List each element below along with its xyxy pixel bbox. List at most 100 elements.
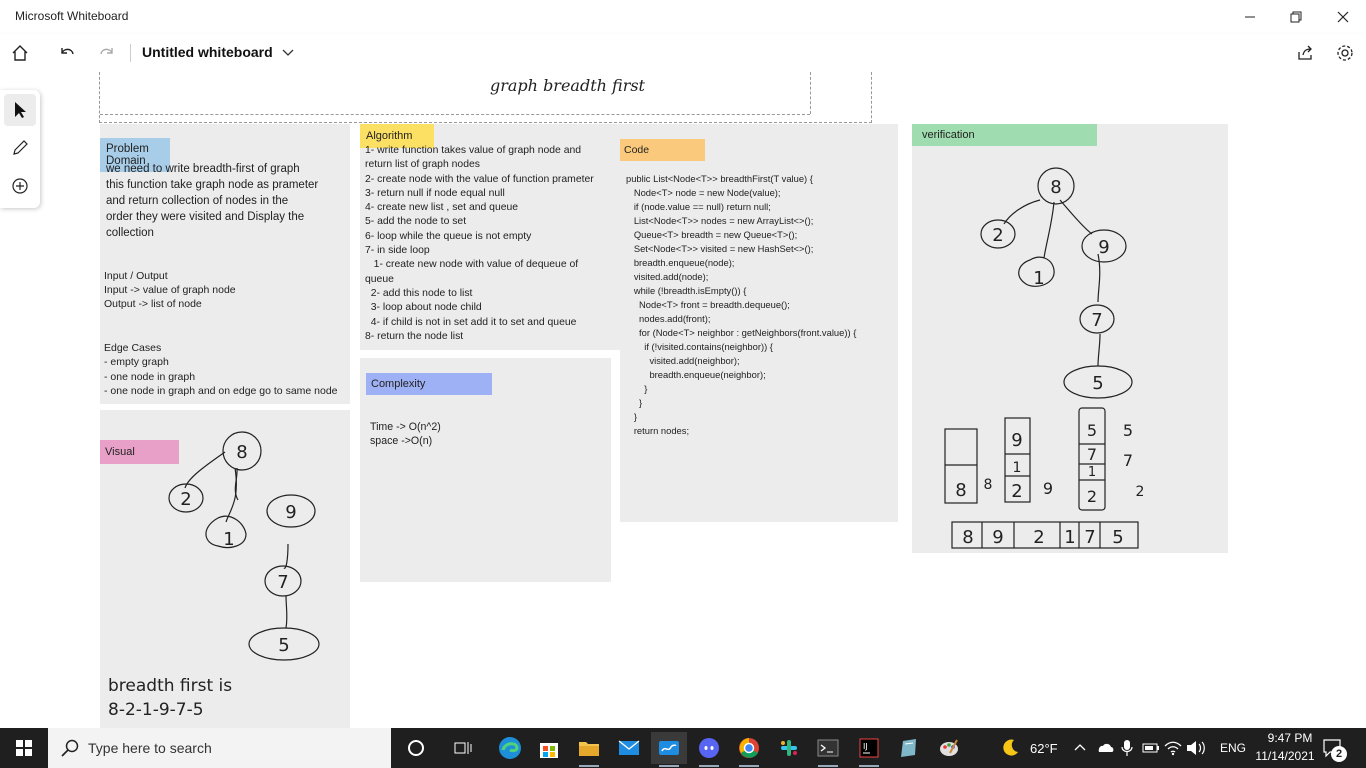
home-button[interactable]: [5, 38, 35, 68]
restore-button[interactable]: [1273, 0, 1319, 34]
time-complexity: Time -> O(n^2): [370, 421, 441, 433]
minimize-icon: [1245, 16, 1255, 18]
store-taskbar-button[interactable]: [531, 732, 567, 764]
onedrive-icon[interactable]: [1096, 740, 1114, 754]
dequeued-label: 8: [984, 477, 993, 493]
paint-taskbar-button[interactable]: [931, 732, 967, 764]
whiteboard-icon: [659, 741, 679, 755]
close-icon: [1337, 11, 1349, 23]
queue-value: 7: [1087, 445, 1097, 464]
edge-taskbar-button[interactable]: [492, 732, 528, 764]
select-tool[interactable]: [4, 94, 36, 126]
result-cell: 8: [962, 527, 973, 548]
verification-node-label: 2: [992, 225, 1003, 246]
problem-domain-panel[interactable]: Problem Domain we need to write breadth-…: [100, 124, 350, 404]
intellij-taskbar-button[interactable]: IJ: [851, 732, 887, 767]
task-view-button[interactable]: [445, 732, 481, 764]
complexity-tag: Complexity: [366, 373, 492, 395]
task-view-icon: [454, 742, 472, 754]
dequeued-label: 7: [1123, 451, 1133, 470]
search-icon: [61, 739, 79, 757]
whiteboard-title[interactable]: Untitled whiteboard: [142, 44, 273, 60]
moon-weather-icon: [1003, 739, 1018, 756]
result-cell: 9: [992, 527, 1003, 548]
slack-taskbar-button[interactable]: [771, 732, 807, 764]
share-button[interactable]: [1290, 38, 1320, 68]
cortana-button[interactable]: [398, 732, 434, 764]
settings-button[interactable]: [1330, 38, 1360, 68]
visual-panel[interactable]: Visual 8 2 9 1 7 5 breadth first is 8-2-…: [100, 410, 350, 728]
windows-icon: [16, 740, 32, 756]
undo-icon: [61, 48, 74, 55]
redo-icon: [100, 48, 113, 55]
pointer-icon: [15, 102, 26, 118]
verification-node-label: 9: [1098, 237, 1109, 258]
input-language[interactable]: ENG: [1220, 741, 1246, 755]
dequeued-label: 2: [1136, 484, 1145, 500]
algorithm-steps: 1- write function takes value of graph n…: [365, 145, 594, 342]
start-button[interactable]: [0, 728, 48, 768]
slack-icon: [781, 740, 797, 756]
close-button[interactable]: [1320, 0, 1366, 34]
weather-temperature[interactable]: 62°F: [1030, 741, 1058, 756]
minimize-button[interactable]: [1227, 0, 1273, 34]
mail-taskbar-button[interactable]: [611, 732, 647, 764]
pen-icon: [13, 140, 28, 155]
taskbar: Type here to search IJ 62°F ENG 9:47 PM …: [0, 728, 1366, 768]
visual-node-label: 1: [223, 529, 234, 550]
algorithm-panel[interactable]: Algorithm 1- write function takes value …: [360, 124, 620, 350]
discord-taskbar-button[interactable]: [691, 732, 727, 767]
add-content-tool[interactable]: [4, 170, 36, 202]
clock-date[interactable]: 11/14/2021: [1250, 749, 1320, 763]
visual-node-label: 7: [277, 572, 288, 593]
queue-value: 9: [1011, 430, 1022, 451]
taskbar-search-box[interactable]: Type here to search: [48, 728, 391, 768]
edge-icon: [499, 737, 521, 759]
chevron-up-icon[interactable]: [1074, 742, 1086, 752]
result-cell: 7: [1084, 527, 1095, 548]
pen-tool[interactable]: [4, 132, 36, 164]
breadth-first-result-sequence: 8-2-1-9-7-5: [108, 700, 204, 720]
queue-value: 8: [955, 480, 966, 501]
notes-taskbar-button[interactable]: [891, 732, 927, 764]
share-icon: [1298, 45, 1312, 60]
result-cell: 2: [1033, 527, 1044, 548]
microphone-icon[interactable]: [1120, 739, 1134, 757]
title-dropdown-button[interactable]: [282, 43, 298, 63]
terminal-taskbar-button[interactable]: [810, 732, 846, 767]
volume-icon[interactable]: [1186, 740, 1206, 756]
intellij-icon: IJ: [859, 738, 879, 758]
clock-time[interactable]: 9:47 PM: [1262, 731, 1318, 745]
verification-panel[interactable]: verification 8 2 9 1 7 5 8 9 1 2 5 7 1 2…: [912, 124, 1228, 553]
redo-button[interactable]: [92, 38, 122, 68]
visual-node-label: 2: [180, 489, 191, 510]
notes-icon: [901, 739, 916, 757]
battery-icon[interactable]: [1142, 741, 1160, 755]
undo-button[interactable]: [52, 38, 82, 68]
whiteboard-canvas[interactable]: graph breadth first Problem Domain we ne…: [0, 72, 1366, 728]
verification-node-label: 1: [1033, 268, 1044, 289]
result-cell: 1: [1064, 527, 1075, 548]
chrome-taskbar-button[interactable]: [731, 732, 767, 767]
breadth-first-result-label: breadth first is: [108, 676, 233, 696]
dequeued-label: 5: [1123, 421, 1133, 440]
mail-icon: [618, 740, 640, 755]
edge-cases-text: Edge Cases - empty graph - one node in g…: [104, 342, 338, 397]
file-explorer-taskbar-button[interactable]: [571, 732, 607, 767]
frame-divider: [810, 72, 811, 114]
wifi-icon[interactable]: [1164, 740, 1182, 756]
chevron-down-icon: [282, 49, 294, 56]
svg-text:IJ: IJ: [863, 742, 868, 751]
cortana-icon: [408, 740, 424, 756]
board-heading: graph breadth first: [490, 76, 645, 95]
frame-divider: [100, 114, 810, 115]
visual-node-label: 5: [278, 635, 289, 656]
folder-icon: [579, 742, 599, 756]
whiteboard-taskbar-button[interactable]: [651, 732, 687, 767]
complexity-panel[interactable]: Complexity Time -> O(n^2) space ->O(n): [360, 358, 611, 582]
queue-value: 2: [1087, 487, 1097, 506]
queue-value: 2: [1011, 481, 1022, 502]
result-cell: 5: [1112, 527, 1123, 548]
code-panel[interactable]: Code public List<Node<T>> breadthFirst(T…: [620, 124, 898, 522]
queue-value: 1: [1013, 460, 1022, 476]
